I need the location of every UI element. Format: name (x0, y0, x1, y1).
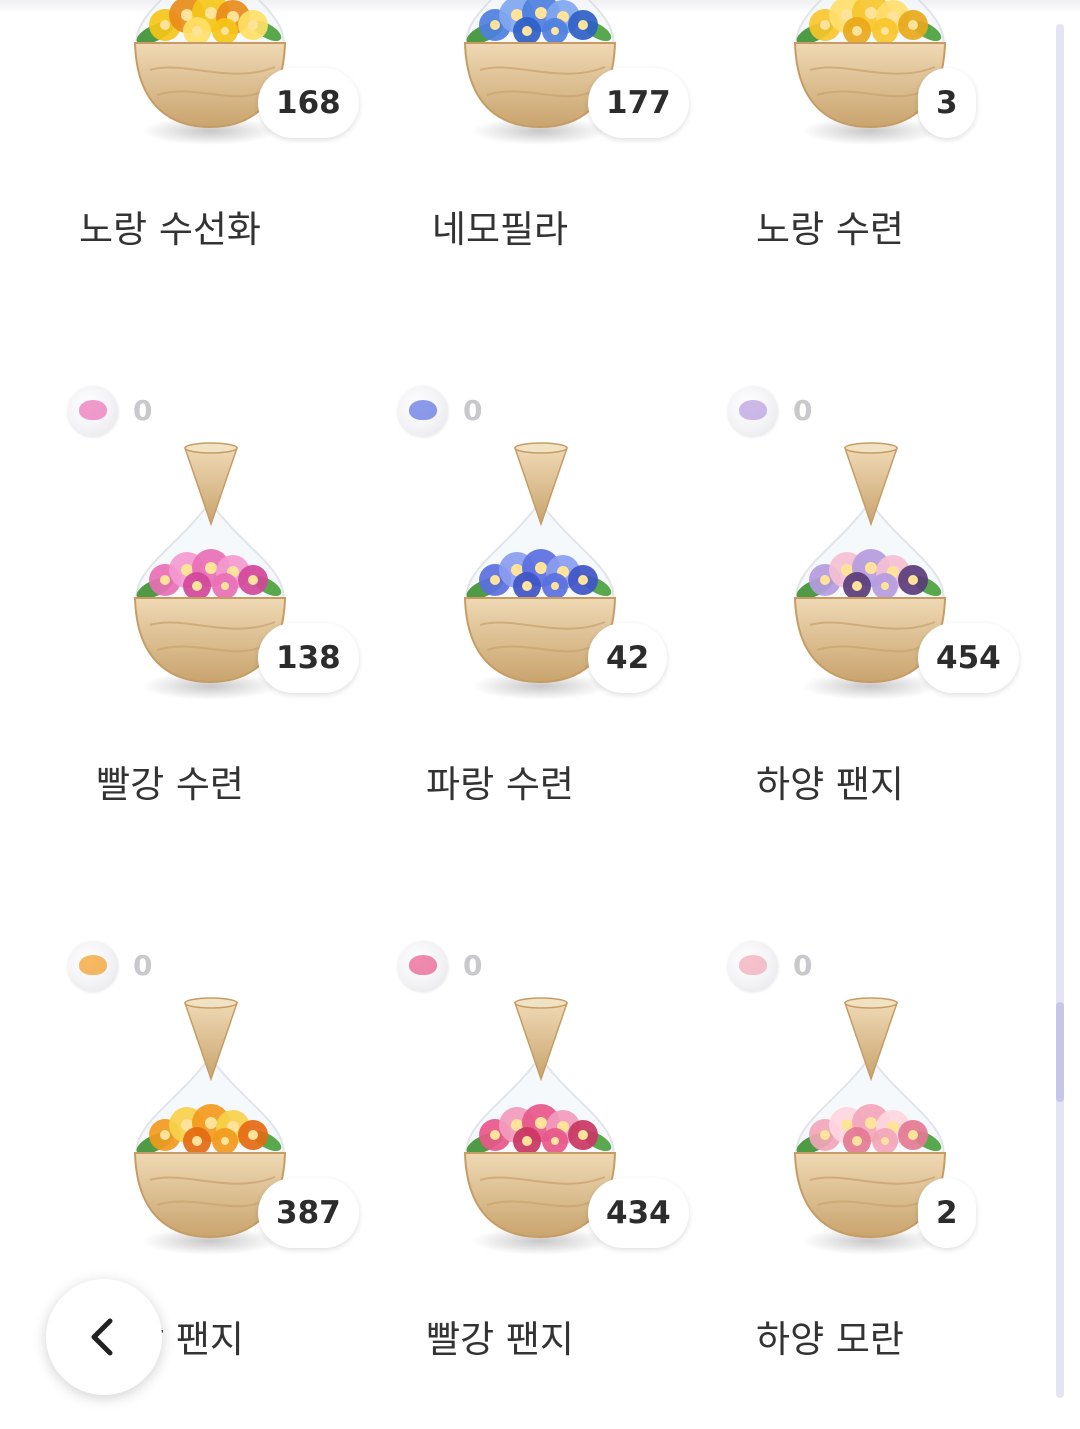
chevron-left-icon (91, 1318, 113, 1356)
seed-icon (728, 386, 778, 436)
seed-count: 0 (463, 394, 483, 427)
seed-icon (398, 386, 448, 436)
seed-count: 0 (133, 394, 153, 427)
seed-icon (398, 941, 448, 991)
flower-name: 하양 모란 (756, 1318, 904, 1361)
flower-grid: 168 노랑 수선화 177 네모필라 3 노랑 수련 0 138 빨강 수련 … (0, 0, 1050, 1429)
seed-icon (728, 941, 778, 991)
flower-card[interactable]: 0 (330, 555, 689, 1361)
flower-card[interactable]: 0 (0, 0, 359, 806)
flower-card[interactable]: 0 (330, 0, 668, 806)
flower-card[interactable]: 0 (660, 555, 990, 1361)
seed-count: 0 (133, 949, 153, 982)
seed-count: 0 (793, 949, 813, 982)
back-button[interactable] (46, 1279, 162, 1395)
seed-count: 0 (463, 949, 483, 982)
seed-icon (68, 386, 118, 436)
scrollbar-thumb[interactable] (1056, 1002, 1064, 1102)
scrollbar-track[interactable] (1056, 24, 1064, 1398)
flower-card[interactable]: 0 (660, 0, 1019, 806)
seed-count: 0 (793, 394, 813, 427)
count-badge: 387 (258, 1178, 359, 1248)
count-badge: 434 (588, 1178, 689, 1248)
seed-icon (68, 941, 118, 991)
flower-name: 빨강 팬지 (426, 1318, 574, 1361)
count-badge: 2 (918, 1178, 976, 1248)
flower-card[interactable]: 0 (0, 555, 359, 1361)
